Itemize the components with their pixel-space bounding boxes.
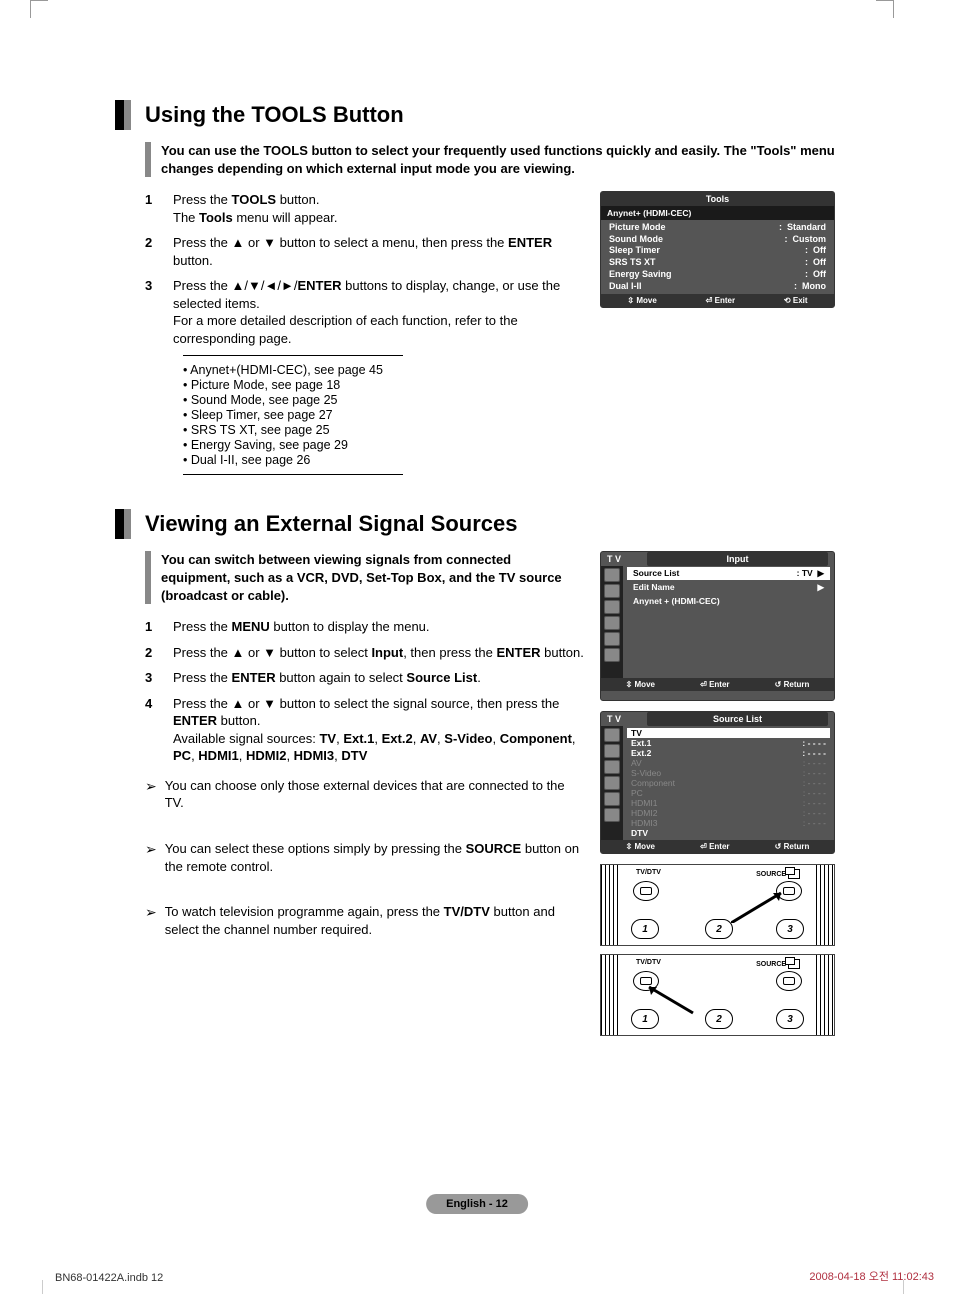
crop-mark-br	[903, 1280, 904, 1294]
section1-title-row: Using the TOOLS Button	[115, 100, 835, 130]
remote-diagram-tvdtv: TV/DTV SOURCE 1 2 3	[600, 954, 835, 1036]
step-3: 3 Press the ENTER button again to select…	[145, 669, 584, 687]
setup-icon	[604, 632, 620, 646]
section1-heading: Using the TOOLS Button	[145, 102, 404, 128]
osd-sidebar-icons	[601, 566, 623, 678]
note-1: ➢You can choose only those external devi…	[145, 777, 584, 812]
remote-edge-left	[601, 865, 619, 945]
arrow-to-source-icon	[731, 889, 791, 923]
remote-1-button: 1	[631, 919, 659, 939]
title-bar-icon	[115, 509, 131, 539]
digital-icon	[604, 808, 620, 822]
note-2: ➢You can select these options simply by …	[145, 840, 584, 875]
step-4: 4 Press the ▲ or ▼ button to select the …	[145, 695, 584, 765]
remote-2-button: 2	[705, 1009, 733, 1029]
osd-sidebar-icons	[601, 726, 623, 840]
enter-icon: ⏎	[706, 296, 713, 305]
pointer-icon: ➢	[145, 840, 157, 875]
osd-tools-menu: Tools Anynet+ (HDMI-CEC) Picture Mode: S…	[600, 191, 835, 308]
title-bar-icon	[115, 100, 131, 130]
section2-heading: Viewing an External Signal Sources	[145, 511, 518, 537]
step-1: 1 Press the MENU button to display the m…	[145, 618, 584, 636]
section2-title-row: Viewing an External Signal Sources	[115, 509, 835, 539]
updown-icon: ⇳	[626, 842, 633, 851]
channel-icon	[604, 616, 620, 630]
channel-icon	[604, 776, 620, 790]
crop-mark-tr	[876, 0, 894, 18]
osd-source-list-menu: T V Source List TV Ext	[600, 711, 835, 854]
osd-footer: ⇳ Move ⏎ Enter ↺ Return	[601, 840, 834, 853]
step-3: 3 Press the ▲/▼/◄/►/ENTER buttons to dis…	[145, 277, 584, 347]
updown-icon: ⇳	[627, 296, 634, 305]
return-icon: ↺	[775, 842, 782, 851]
remote-edge-right	[816, 865, 834, 945]
section2-steps: 1 Press the MENU button to display the m…	[145, 618, 584, 765]
page-content: Using the TOOLS Button You can use the T…	[115, 100, 835, 1044]
remote-edge-right	[816, 955, 834, 1035]
note-3: ➢To watch television programme again, pr…	[145, 903, 584, 938]
page-number: English - 12	[426, 1194, 528, 1214]
picture-icon	[604, 584, 620, 598]
intro-accent-bar	[145, 551, 151, 604]
arrow-to-tvdtv-icon	[645, 985, 695, 1015]
section1-steps: 1 Press the TOOLS button. The Tools menu…	[145, 191, 584, 347]
remote-diagram-source: TV/DTV SOURCE 1 2 3	[600, 864, 835, 946]
return-icon: ↺	[775, 680, 782, 689]
remote-3-button: 3	[776, 1009, 804, 1029]
crop-mark-tl	[30, 0, 48, 18]
enter-icon: ⏎	[700, 680, 707, 689]
picture-icon	[604, 744, 620, 758]
sound-icon	[604, 760, 620, 774]
source-glyph-icon	[788, 959, 800, 969]
osd-footer: ⇳ Move ⏎ Enter ⟲ Exit	[601, 294, 834, 307]
pointer-icon: ➢	[145, 777, 157, 812]
footer-doc-name: BN68-01422A.indb 12	[55, 1272, 163, 1284]
pointer-icon: ➢	[145, 903, 157, 938]
setup-icon	[604, 792, 620, 806]
sound-icon	[604, 600, 620, 614]
step-1: 1 Press the TOOLS button. The Tools menu…	[145, 191, 584, 226]
step-2: 2 Press the ▲ or ▼ button to select Inpu…	[145, 644, 584, 662]
osd-input-menu: T V Input Source List: TV ▶	[600, 551, 835, 701]
enter-icon: ⏎	[700, 842, 707, 851]
digital-icon	[604, 648, 620, 662]
section1-intro: You can use the TOOLS button to select y…	[161, 142, 835, 177]
source-glyph-icon	[788, 869, 800, 879]
source-button	[776, 971, 802, 991]
input-icon	[604, 568, 620, 582]
reference-box: • Anynet+(HDMI-CEC), see page 45 • Pictu…	[183, 355, 403, 475]
input-icon	[604, 728, 620, 742]
remote-2-button: 2	[705, 919, 733, 939]
tv-dtv-button	[633, 881, 659, 901]
crop-mark-bl	[42, 1280, 43, 1294]
osd-footer: ⇳ Move ⏎ Enter ↺ Return	[601, 678, 834, 691]
exit-icon: ⟲	[784, 296, 791, 305]
updown-icon: ⇳	[626, 680, 633, 689]
remote-edge-left	[601, 955, 619, 1035]
intro-accent-bar	[145, 142, 151, 177]
footer-timestamp: 2008-04-18 오전 11:02:43	[809, 1268, 934, 1284]
step-2: 2 Press the ▲ or ▼ button to select a me…	[145, 234, 584, 269]
section2-intro: You can switch between viewing signals f…	[161, 551, 584, 604]
